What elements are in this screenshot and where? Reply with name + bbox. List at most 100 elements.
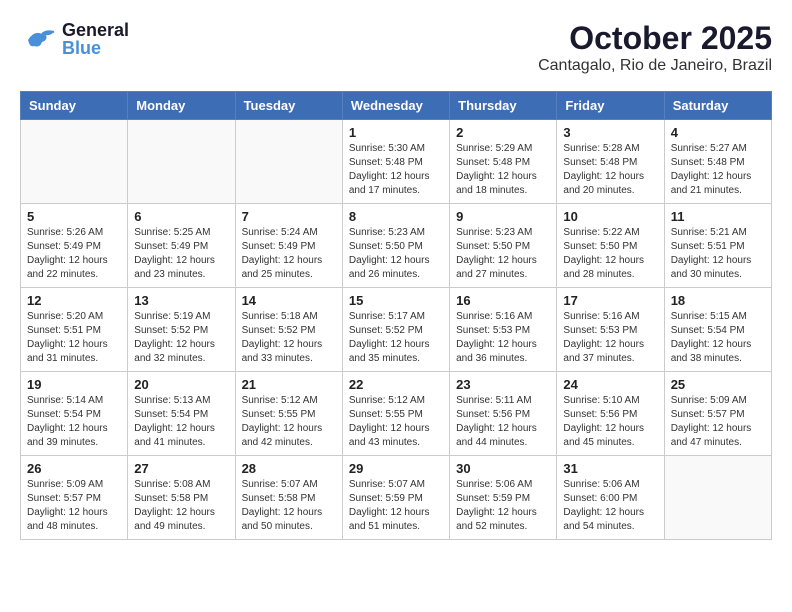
calendar-cell: 1Sunrise: 5:30 AM Sunset: 5:48 PM Daylig… <box>342 120 449 204</box>
column-header-friday: Friday <box>557 92 664 120</box>
calendar-cell: 21 Sunrise: 5:12 AM Sunset: 5:55 PM Dayli… <box>235 372 342 456</box>
calendar-cell <box>235 120 342 204</box>
day-info: Sunrise: 5:26 AM Sunset: 5:49 PM Dayligh… <box>27 226 121 282</box>
day-number: 25 <box>671 377 765 392</box>
column-header-thursday: Thursday <box>450 92 557 120</box>
calendar-cell: 10Sunrise: 5:22 AM Sunset: 5:50 PM Dayli… <box>557 204 664 288</box>
day-number: 20 <box>134 377 228 392</box>
day-info: Sunrise: 5:08 AM Sunset: 5:58 PM Dayligh… <box>134 478 228 534</box>
day-info: Sunrise: 5:18 AM Sunset: 5:52 PM Dayligh… <box>242 310 336 366</box>
location: Cantagalo, Rio de Janeiro, Brazil <box>538 57 772 75</box>
column-header-wednesday: Wednesday <box>342 92 449 120</box>
day-info: Sunrise: 5:28 AM Sunset: 5:48 PM Dayligh… <box>563 142 657 198</box>
month-title: October 2025 <box>538 20 772 57</box>
day-info: Sunrise: 5:21 AM Sunset: 5:51 PM Dayligh… <box>671 226 765 282</box>
day-number: 8 <box>349 209 443 224</box>
week-row-5: 26Sunrise: 5:09 AM Sunset: 5:57 PM Dayli… <box>21 456 772 540</box>
week-row-4: 19 Sunrise: 5:14 AM Sunset: 5:54 PM Dayli… <box>21 372 772 456</box>
calendar-cell <box>128 120 235 204</box>
day-number: 4 <box>671 125 765 140</box>
day-info: Sunrise: 5:09 AM Sunset: 5:57 PM Dayligh… <box>671 394 765 450</box>
calendar-cell: 28 Sunrise: 5:07 AM Sunset: 5:58 PM Dayli… <box>235 456 342 540</box>
calendar-cell: 9 Sunrise: 5:23 AM Sunset: 5:50 PM Daylig… <box>450 204 557 288</box>
logo: General Blue <box>20 20 129 58</box>
day-number: 7 <box>242 209 336 224</box>
calendar-cell: 25 Sunrise: 5:09 AM Sunset: 5:57 PM Dayli… <box>664 372 771 456</box>
day-number: 18 <box>671 293 765 308</box>
day-info: Sunrise: 5:15 AM Sunset: 5:54 PM Dayligh… <box>671 310 765 366</box>
day-info: Sunrise: 5:23 AM Sunset: 5:50 PM Dayligh… <box>456 226 550 282</box>
day-info: Sunrise: 5:14 AM Sunset: 5:54 PM Dayligh… <box>27 394 121 450</box>
day-number: 6 <box>134 209 228 224</box>
day-info: Sunrise: 5:19 AM Sunset: 5:52 PM Dayligh… <box>134 310 228 366</box>
logo-label: General Blue <box>62 21 129 57</box>
calendar-cell: 2Sunrise: 5:29 AM Sunset: 5:48 PM Daylig… <box>450 120 557 204</box>
calendar-cell: 11 Sunrise: 5:21 AM Sunset: 5:51 PM Dayli… <box>664 204 771 288</box>
logo-blue-text: Blue <box>62 39 129 57</box>
day-number: 3 <box>563 125 657 140</box>
week-row-2: 5 Sunrise: 5:26 AM Sunset: 5:49 PM Daylig… <box>21 204 772 288</box>
calendar-cell: 20Sunrise: 5:13 AM Sunset: 5:54 PM Dayli… <box>128 372 235 456</box>
day-number: 23 <box>456 377 550 392</box>
day-number: 2 <box>456 125 550 140</box>
day-info: Sunrise: 5:22 AM Sunset: 5:50 PM Dayligh… <box>563 226 657 282</box>
day-number: 24 <box>563 377 657 392</box>
day-info: Sunrise: 5:17 AM Sunset: 5:52 PM Dayligh… <box>349 310 443 366</box>
day-info: Sunrise: 5:16 AM Sunset: 5:53 PM Dayligh… <box>456 310 550 366</box>
day-number: 15 <box>349 293 443 308</box>
day-info: Sunrise: 5:12 AM Sunset: 5:55 PM Dayligh… <box>349 394 443 450</box>
day-number: 5 <box>27 209 121 224</box>
day-info: Sunrise: 5:16 AM Sunset: 5:53 PM Dayligh… <box>563 310 657 366</box>
day-number: 14 <box>242 293 336 308</box>
calendar-cell: 5 Sunrise: 5:26 AM Sunset: 5:49 PM Daylig… <box>21 204 128 288</box>
calendar-cell: 13 Sunrise: 5:19 AM Sunset: 5:52 PM Dayli… <box>128 288 235 372</box>
day-info: Sunrise: 5:23 AM Sunset: 5:50 PM Dayligh… <box>349 226 443 282</box>
day-info: Sunrise: 5:30 AM Sunset: 5:48 PM Dayligh… <box>349 142 443 198</box>
day-number: 30 <box>456 461 550 476</box>
calendar-cell: 4 Sunrise: 5:27 AM Sunset: 5:48 PM Daylig… <box>664 120 771 204</box>
calendar-cell: 31 Sunrise: 5:06 AM Sunset: 6:00 PM Dayli… <box>557 456 664 540</box>
day-number: 19 <box>27 377 121 392</box>
calendar-cell: 30 Sunrise: 5:06 AM Sunset: 5:59 PM Dayli… <box>450 456 557 540</box>
day-number: 26 <box>27 461 121 476</box>
day-number: 27 <box>134 461 228 476</box>
calendar-table: SundayMondayTuesdayWednesdayThursdayFrid… <box>20 91 772 540</box>
day-number: 29 <box>349 461 443 476</box>
calendar-cell: 16Sunrise: 5:16 AM Sunset: 5:53 PM Dayli… <box>450 288 557 372</box>
calendar-cell: 6 Sunrise: 5:25 AM Sunset: 5:49 PM Daylig… <box>128 204 235 288</box>
calendar-cell: 27 Sunrise: 5:08 AM Sunset: 5:58 PM Dayli… <box>128 456 235 540</box>
day-info: Sunrise: 5:06 AM Sunset: 6:00 PM Dayligh… <box>563 478 657 534</box>
day-info: Sunrise: 5:25 AM Sunset: 5:49 PM Dayligh… <box>134 226 228 282</box>
logo-icon <box>20 20 58 58</box>
calendar-cell: 26Sunrise: 5:09 AM Sunset: 5:57 PM Dayli… <box>21 456 128 540</box>
day-info: Sunrise: 5:24 AM Sunset: 5:49 PM Dayligh… <box>242 226 336 282</box>
calendar-cell: 19 Sunrise: 5:14 AM Sunset: 5:54 PM Dayli… <box>21 372 128 456</box>
logo-general-text: General <box>62 21 129 39</box>
page-header: General Blue October 2025 Cantagalo, Rio… <box>20 20 772 75</box>
calendar-header-row: SundayMondayTuesdayWednesdayThursdayFrid… <box>21 92 772 120</box>
calendar-cell <box>664 456 771 540</box>
calendar-cell: 3 Sunrise: 5:28 AM Sunset: 5:48 PM Daylig… <box>557 120 664 204</box>
calendar-cell: 29Sunrise: 5:07 AM Sunset: 5:59 PM Dayli… <box>342 456 449 540</box>
calendar-cell: 7 Sunrise: 5:24 AM Sunset: 5:49 PM Daylig… <box>235 204 342 288</box>
week-row-1: 1Sunrise: 5:30 AM Sunset: 5:48 PM Daylig… <box>21 120 772 204</box>
day-info: Sunrise: 5:12 AM Sunset: 5:55 PM Dayligh… <box>242 394 336 450</box>
day-info: Sunrise: 5:06 AM Sunset: 5:59 PM Dayligh… <box>456 478 550 534</box>
day-info: Sunrise: 5:27 AM Sunset: 5:48 PM Dayligh… <box>671 142 765 198</box>
day-number: 31 <box>563 461 657 476</box>
day-info: Sunrise: 5:20 AM Sunset: 5:51 PM Dayligh… <box>27 310 121 366</box>
day-info: Sunrise: 5:07 AM Sunset: 5:58 PM Dayligh… <box>242 478 336 534</box>
day-number: 13 <box>134 293 228 308</box>
column-header-saturday: Saturday <box>664 92 771 120</box>
day-number: 9 <box>456 209 550 224</box>
calendar-cell: 8 Sunrise: 5:23 AM Sunset: 5:50 PM Daylig… <box>342 204 449 288</box>
calendar-cell: 24 Sunrise: 5:10 AM Sunset: 5:56 PM Dayli… <box>557 372 664 456</box>
calendar-cell: 23Sunrise: 5:11 AM Sunset: 5:56 PM Dayli… <box>450 372 557 456</box>
day-number: 11 <box>671 209 765 224</box>
day-info: Sunrise: 5:10 AM Sunset: 5:56 PM Dayligh… <box>563 394 657 450</box>
column-header-tuesday: Tuesday <box>235 92 342 120</box>
calendar-cell: 22Sunrise: 5:12 AM Sunset: 5:55 PM Dayli… <box>342 372 449 456</box>
week-row-3: 12Sunrise: 5:20 AM Sunset: 5:51 PM Dayli… <box>21 288 772 372</box>
day-number: 28 <box>242 461 336 476</box>
day-number: 21 <box>242 377 336 392</box>
